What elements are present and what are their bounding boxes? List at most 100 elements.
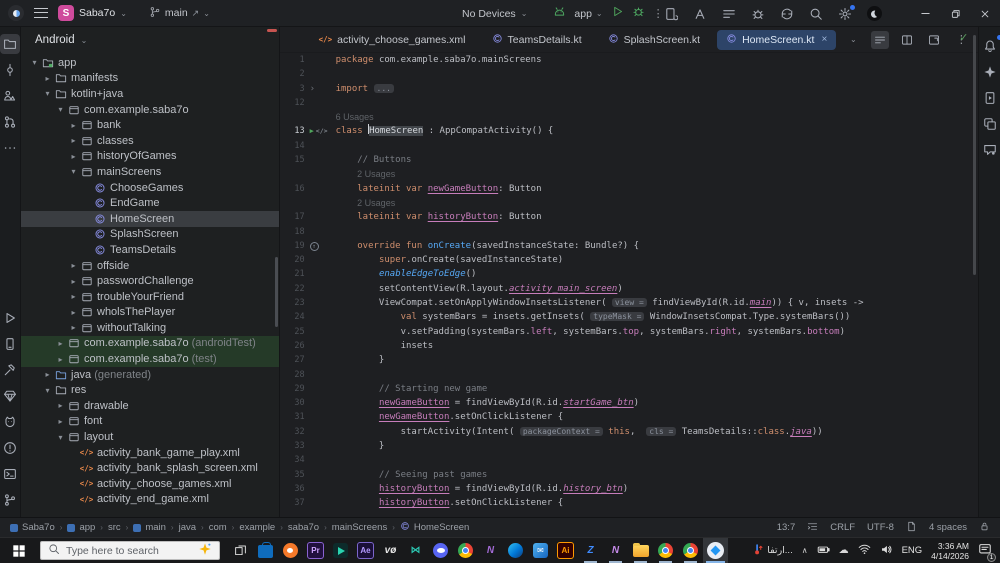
breadcrumb-mainscreens[interactable]: mainScreens [332, 522, 387, 533]
code-line[interactable]: 20 super.onCreate(savedInstanceState) [280, 253, 979, 267]
device-manager-icon[interactable] [663, 6, 679, 22]
chevron-collapsed-icon[interactable]: ▸ [68, 261, 79, 270]
code-line[interactable]: 14 [280, 139, 979, 153]
code-line[interactable]: 18 [280, 225, 979, 239]
tree-item-activity-end-game-xml[interactable]: </> activity_end_game.xml [21, 492, 279, 508]
battery-icon[interactable] [817, 543, 830, 559]
code-line[interactable]: 28 [280, 368, 979, 382]
main-menu-icon[interactable] [34, 8, 48, 18]
chevron-expanded-icon[interactable]: ▾ [42, 386, 53, 395]
gradle-sync-icon[interactable] [779, 6, 795, 22]
tree-item-passwordchallenge[interactable]: ▸ passwordChallenge [21, 273, 279, 289]
project-selector[interactable]: S Saba7o ⌄ [58, 5, 127, 21]
code-line[interactable]: 2 [280, 67, 979, 81]
breadcrumb-homescreen[interactable]: HomeScreen [400, 521, 469, 534]
chevron-collapsed-icon[interactable]: ▸ [55, 417, 66, 426]
code-line[interactable]: 13 ▶ </> class HomeScreen : AppCompatActivi… [280, 124, 979, 138]
minimize-button[interactable] [910, 0, 940, 27]
tree-item-offside[interactable]: ▸ offside [21, 258, 279, 274]
project-tool-icon[interactable] [0, 34, 20, 54]
terminal-tool-icon[interactable] [0, 464, 20, 484]
code-line[interactable]: 3 › import ... [280, 82, 979, 96]
tree-item-wholstheplayer[interactable]: ▸ wholsThePlayer [21, 305, 279, 321]
tab-teamsdetails-kt[interactable]: TeamsDetails.kt [483, 30, 591, 50]
more-tools-icon[interactable] [0, 138, 20, 158]
volume-icon[interactable] [880, 543, 893, 559]
editor-scrollbar[interactable] [973, 35, 977, 275]
code-line[interactable]: 21 enableEdgeToEdge() [280, 267, 979, 281]
tree-item-mainscreens[interactable]: ▾ mainScreens [21, 164, 279, 180]
tree-item-app[interactable]: ▾ app [21, 55, 279, 71]
taskbar-app-visual-studio-preview[interactable]: N [603, 538, 628, 563]
run-configuration-selector[interactable]: app ⌄ [574, 8, 602, 20]
taskbar-app-blender[interactable] [278, 538, 303, 563]
status-widget-icon[interactable] [807, 521, 818, 535]
chevron-collapsed-icon[interactable]: ▸ [68, 136, 79, 145]
tree-item-withouttalking[interactable]: ▸ withoutTalking [21, 320, 279, 336]
language-indicator[interactable]: ENG [902, 545, 923, 556]
file-encoding[interactable]: UTF-8 [867, 522, 894, 533]
tree-item-drawable[interactable]: ▸ drawable [21, 398, 279, 414]
chevron-expanded-icon[interactable]: ▾ [55, 105, 66, 114]
inspections-ok-icon[interactable]: ✓ [959, 31, 968, 44]
taskbar-app-outlook-mail[interactable]: ✉ [528, 538, 553, 563]
onedrive-icon[interactable]: ☁ [839, 545, 849, 556]
file-edit-icon[interactable] [906, 521, 917, 535]
usages-hint[interactable]: 2 Usages [280, 196, 979, 210]
tree-item-res[interactable]: ▾ res [21, 382, 279, 398]
branch-selector[interactable]: main ↗ ⌄ [149, 6, 210, 21]
code-line[interactable]: 25 v.setPadding(systemBars.left, systemB… [280, 325, 979, 339]
editor-list-icon[interactable] [871, 30, 890, 49]
tab-homescreen-kt[interactable]: HomeScreen.kt × [717, 29, 837, 50]
taskbar-app-visual-studio[interactable]: N [478, 538, 503, 563]
chevron-collapsed-icon[interactable]: ▸ [68, 308, 79, 317]
code-line[interactable]: 16 lateinit var newGameButton: Button [280, 182, 979, 196]
settings-icon[interactable] [837, 4, 855, 22]
taskbar-app-chrome-profile-1[interactable] [653, 538, 678, 563]
taskbar-search[interactable]: Type here to search [40, 541, 220, 560]
search-everywhere-icon[interactable] [808, 6, 824, 22]
run-class-icon[interactable]: ▶ [310, 124, 314, 138]
breadcrumb-saba7o[interactable]: saba7o [288, 522, 319, 533]
chevron-collapsed-icon[interactable]: ▸ [68, 323, 79, 332]
tab-activity-choose-games-xml[interactable]: </> activity_choose_games.xml [310, 30, 475, 50]
taskbar-app-chrome[interactable] [453, 538, 478, 563]
indent-setting[interactable]: 4 spaces [929, 522, 967, 533]
taskbar-app-vo-app[interactable]: vø [378, 538, 403, 563]
tree-item-splashscreen[interactable]: SplashScreen [21, 227, 279, 243]
taskbar-app-video-editor[interactable] [328, 538, 353, 563]
readonly-lock-icon[interactable] [979, 521, 990, 535]
code-line[interactable]: 30 newGameButton = findViewById(R.id.sta… [280, 396, 979, 410]
chevron-collapsed-icon[interactable]: ▸ [68, 152, 79, 161]
tree-item-layout[interactable]: ▾ layout [21, 429, 279, 445]
code-line[interactable]: 22 setContentView(R.layout.activity_main… [280, 282, 979, 296]
line-separator[interactable]: CRLF [830, 522, 855, 533]
breadcrumb-example[interactable]: example [239, 522, 275, 533]
code-line[interactable]: 17 lateinit var historyButton: Button [280, 210, 979, 224]
usages-hint[interactable]: 2 Usages [280, 167, 979, 181]
tree-item-endgame[interactable]: EndGame [21, 195, 279, 211]
code-line[interactable]: 35 // Seeing past games [280, 468, 979, 482]
code-line[interactable]: 33 } [280, 439, 979, 453]
chevron-collapsed-icon[interactable]: ▸ [42, 74, 53, 83]
chevron-expanded-icon[interactable]: ▾ [55, 433, 66, 442]
tray-overflow-icon[interactable]: ∧ [802, 546, 808, 555]
weather-widget[interactable]: ارتفا... [751, 543, 793, 559]
tree-item-teamsdetails[interactable]: TeamsDetails [21, 242, 279, 258]
taskbar-app-file-explorer[interactable] [628, 538, 653, 563]
run-button[interactable] [611, 5, 624, 23]
chevron-collapsed-icon[interactable]: ▸ [42, 370, 53, 379]
device-selector[interactable]: No Devices ⌄ [462, 8, 527, 20]
taskbar-app-illustrator[interactable]: Ai [553, 538, 578, 563]
code-line[interactable]: 1 package com.example.saba7o.mainScreens [280, 53, 979, 67]
project-view-selector[interactable]: Android ⌄ [35, 34, 87, 46]
tree-item-kotlin-java[interactable]: ▾ kotlin+java [21, 86, 279, 102]
tree-item-com-example-saba7o[interactable]: ▾ com.example.saba7o [21, 102, 279, 118]
code-line[interactable]: 37 historyButton.setOnClickListener { [280, 496, 979, 510]
chevron-collapsed-icon[interactable]: ▸ [55, 401, 66, 410]
breadcrumb-app[interactable]: app [67, 522, 95, 533]
more-actions-icon[interactable]: ⋮ [653, 7, 664, 20]
override-marker-icon[interactable]: ↑ [309, 241, 319, 251]
notification-center-icon[interactable]: 1 [978, 542, 996, 562]
restore-button[interactable] [940, 0, 970, 27]
